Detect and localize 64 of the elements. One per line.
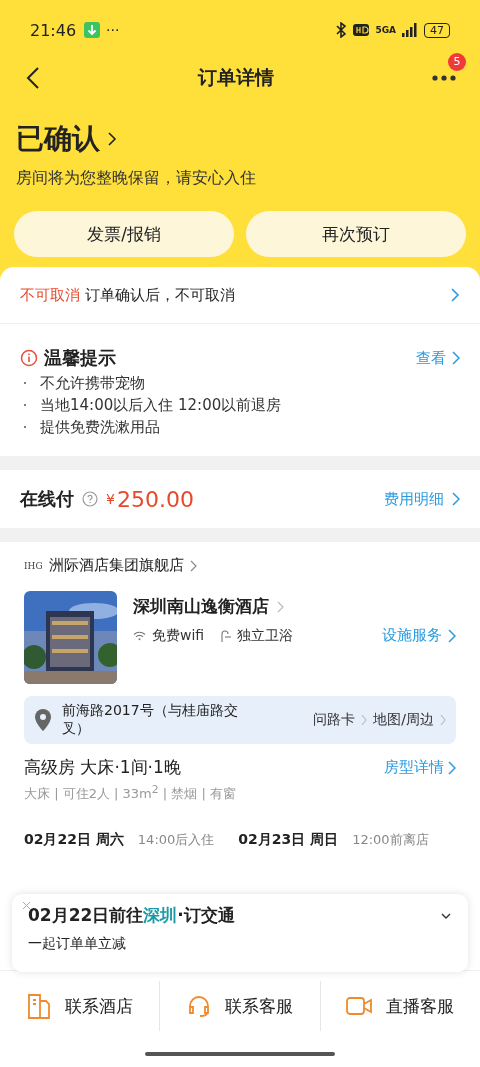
checkin-date: 02月22日 周六 (24, 831, 124, 850)
brand-logo: IHG (24, 560, 43, 571)
chevron-icon[interactable] (451, 287, 460, 303)
contact-button[interactable]: 联系酒店 (0, 976, 160, 1036)
promo-title: 02月22日前往深圳·订交通 (28, 904, 235, 927)
action-button[interactable]: 发票/报销 (14, 211, 234, 257)
more-notifications: ··· (106, 22, 120, 38)
shower-icon (220, 629, 232, 642)
download-icon (84, 22, 101, 38)
action-button[interactable]: 再次预订 (246, 211, 466, 257)
chevron-icon (448, 628, 456, 643)
hd-icon (353, 24, 370, 36)
notification-badge: 5 (448, 53, 466, 71)
room-specs: 大床 | 可住2人 | 33m$^{2}$ | 禁烟 | 有窗 (24, 783, 237, 804)
chevron-icon (361, 714, 368, 726)
chevron-icon (277, 600, 284, 613)
chevron-icon (452, 492, 460, 506)
network-label: 5GA (375, 25, 396, 35)
back-icon[interactable] (26, 66, 40, 90)
expand-icon[interactable] (440, 911, 452, 920)
video-camera-icon (346, 996, 373, 1016)
address-link[interactable]: 问路卡 (313, 711, 356, 729)
wifi-icon (133, 630, 146, 641)
tips-title: 温馨提示 (44, 346, 116, 370)
brand-store-link[interactable]: 洲际酒店集团旗舰店 (48, 556, 184, 575)
tip-text: 提供免费洗漱用品 (40, 417, 160, 438)
battery-indicator: 47 (424, 22, 450, 38)
help-icon[interactable] (82, 491, 98, 507)
room-title: 高级房 大床·1间·1晚 (24, 756, 181, 779)
tip-text: 当地14:00以后入住 12:00以前退房 (40, 395, 282, 416)
payment-amount: 250.00 (116, 486, 194, 512)
bluetooth-icon (335, 22, 348, 38)
page-title: 订单详情 (198, 65, 274, 90)
address-card[interactable]: 前海路2017号（与桂庙路交叉） 问路卡 地图/周边 (24, 696, 456, 744)
clock: 21:46 (30, 20, 77, 40)
checkout-date: 02月23日 周日 (238, 831, 339, 850)
status-subtitle: 房间将为您整晚保留，请安心入住 (16, 168, 257, 189)
payment-label: 在线付 (20, 487, 74, 511)
hotel-address: 前海路2017号（与桂庙路交叉） (62, 702, 239, 738)
chevron-icon (189, 559, 197, 572)
promo-subtitle: 一起订单单立减 (28, 935, 127, 953)
signal-icon (402, 23, 418, 37)
tip-text: 不允许携带宠物 (40, 373, 145, 394)
contact-button[interactable]: 直播客服 (320, 976, 480, 1036)
checkout-time: 12:00前离店 (352, 831, 429, 850)
order-status[interactable]: 已确认 (16, 120, 100, 158)
address-link[interactable]: 地图/周边 (373, 711, 434, 729)
amenity-label: 免费wifi (152, 626, 205, 645)
headset-icon (187, 995, 211, 1017)
building-icon (26, 993, 51, 1019)
chevron-icon (448, 760, 456, 775)
location-pin-icon (34, 708, 52, 732)
hotel-name[interactable]: 深圳南山逸衡酒店 (133, 595, 269, 618)
more-icon[interactable] (432, 75, 456, 81)
currency-symbol: ¥ (106, 491, 115, 507)
amenity-label: 独立卫浴 (237, 626, 294, 645)
contact-button[interactable]: 联系客服 (160, 976, 320, 1036)
transport-promo[interactable]: 02月22日前往深圳·订交通 一起订单单立减 (12, 894, 468, 972)
info-icon (20, 349, 38, 367)
cancel-policy: 不可取消 订单确认后，不可取消 (20, 285, 235, 305)
chevron-icon (108, 131, 117, 147)
checkin-time: 14:00后入住 (137, 831, 215, 850)
chevron-icon (440, 714, 446, 726)
chevron-icon (452, 351, 460, 365)
